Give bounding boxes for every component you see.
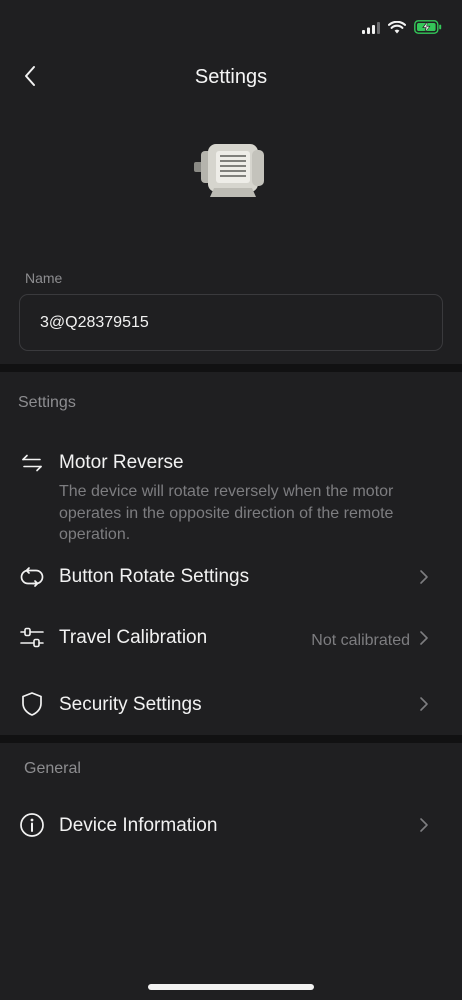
swap-arrows-icon (18, 449, 46, 477)
calibration-status: Not calibrated (311, 632, 410, 649)
info-icon (18, 811, 46, 839)
name-label: Name (25, 270, 63, 286)
rotate-loop-icon (18, 563, 46, 591)
motor-reverse-row[interactable]: Motor Reverse The device will rotate rev… (0, 440, 462, 544)
shield-icon (18, 690, 46, 718)
section-divider (0, 364, 462, 372)
security-settings-label: Security Settings (59, 694, 202, 715)
settings-screen: Settings Name 3@Q28379515 Settings Motor… (0, 0, 462, 1000)
chevron-right-icon (418, 696, 430, 712)
chevron-right-icon (418, 630, 430, 646)
motor-device-image (190, 136, 272, 202)
nav-header: Settings (0, 58, 462, 98)
status-bar (0, 0, 462, 60)
sliders-icon (18, 624, 46, 652)
motor-reverse-description: The device will rotate reversely when th… (59, 483, 394, 543)
wifi-icon (387, 20, 407, 39)
button-rotate-settings-label: Button Rotate Settings (59, 566, 250, 587)
page-title: Settings (194, 66, 268, 88)
chevron-right-icon (418, 569, 430, 585)
device-name-field[interactable]: 3@Q28379515 (19, 294, 443, 351)
chevron-right-icon (418, 817, 430, 833)
travel-calibration-label: Travel Calibration (59, 627, 208, 648)
settings-section-title: Settings (18, 394, 76, 411)
device-information-row[interactable]: Device Information (0, 804, 462, 848)
general-section-title: General (24, 760, 81, 777)
status-icons (362, 20, 442, 39)
button-rotate-settings-row[interactable]: Button Rotate Settings (0, 556, 462, 598)
section-divider (0, 735, 462, 743)
battery-charging-icon (414, 20, 442, 39)
home-indicator[interactable] (148, 984, 314, 990)
cellular-signal-icon (362, 21, 380, 39)
motor-reverse-label: Motor Reverse (59, 452, 184, 473)
security-settings-row[interactable]: Security Settings (0, 683, 462, 727)
device-name-value: 3@Q28379515 (40, 313, 149, 331)
travel-calibration-row[interactable]: Travel Calibration Not calibrated (0, 617, 462, 661)
device-information-label: Device Information (59, 815, 218, 836)
